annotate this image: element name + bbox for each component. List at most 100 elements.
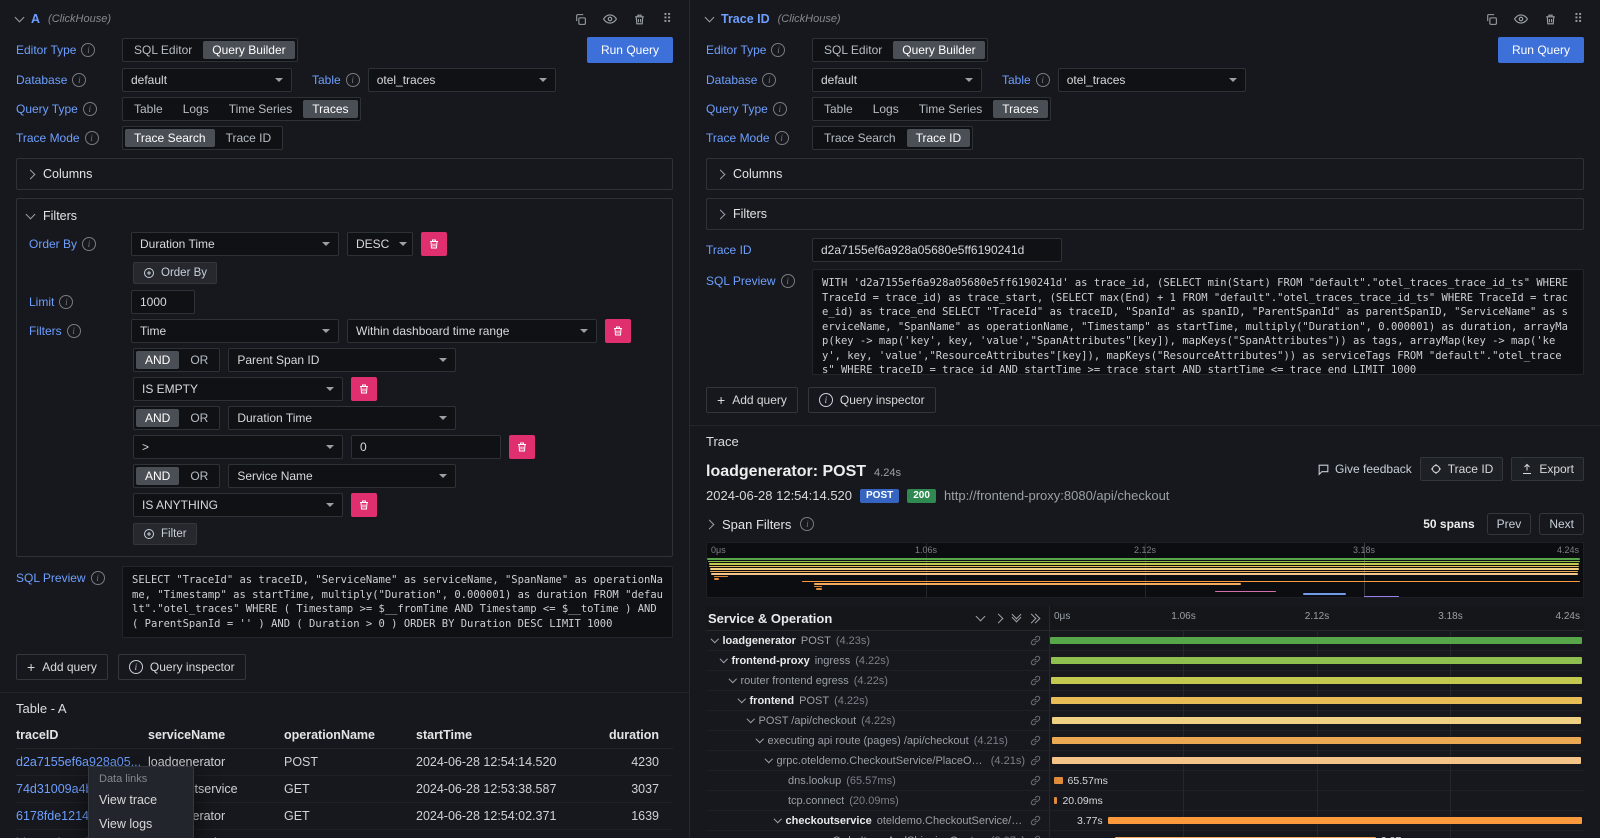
- info-icon[interactable]: i: [72, 73, 86, 87]
- span-row[interactable]: router frontend egress(4.22s): [706, 671, 1584, 691]
- span-link-icon[interactable]: [1030, 675, 1049, 686]
- span-link-icon[interactable]: [1030, 815, 1049, 826]
- option-and[interactable]: AND: [136, 467, 179, 485]
- span-bar[interactable]: [1051, 677, 1582, 684]
- hide-query-icon[interactable]: [1514, 12, 1528, 26]
- span-row[interactable]: grpc.oteldemo.CheckoutService/PlaceOrder…: [706, 751, 1584, 771]
- filter-field-select[interactable]: Service Name: [228, 464, 456, 488]
- give-feedback-button[interactable]: Give feedback: [1317, 462, 1412, 476]
- span-bar[interactable]: [1051, 657, 1582, 664]
- column-header[interactable]: serviceName: [148, 722, 284, 749]
- run-query-button[interactable]: Run Query: [587, 37, 673, 63]
- add-query-button[interactable]: +Add query: [16, 654, 108, 680]
- column-header[interactable]: operationName: [284, 722, 416, 749]
- collapse-query-icon[interactable]: [15, 13, 25, 23]
- run-query-button[interactable]: Run Query: [1498, 37, 1584, 63]
- info-icon[interactable]: i: [81, 43, 95, 57]
- remove-filter-button[interactable]: [509, 435, 535, 459]
- span-row[interactable]: POST /api/checkout(4.22s): [706, 711, 1584, 731]
- info-icon[interactable]: i: [83, 102, 97, 116]
- span-link-icon[interactable]: [1030, 635, 1049, 646]
- collapse-deep-icon[interactable]: [1013, 615, 1020, 621]
- span-row[interactable]: frontendPOST(4.22s): [706, 691, 1584, 711]
- chevron-down-icon[interactable]: [729, 675, 737, 683]
- option-trace-id[interactable]: Trace ID: [217, 129, 281, 147]
- info-icon[interactable]: i: [781, 274, 795, 288]
- option-and[interactable]: AND: [136, 351, 179, 369]
- chevron-right-icon[interactable]: [705, 519, 715, 529]
- option-time-series[interactable]: Time Series: [220, 100, 302, 118]
- menu-item-view-logs[interactable]: View logs: [89, 812, 193, 836]
- option-logs[interactable]: Logs: [864, 100, 908, 118]
- span-row[interactable]: dns.lookup(65.57ms)65.57ms: [706, 771, 1584, 791]
- filter-field-select[interactable]: Time: [131, 319, 339, 343]
- option-traces[interactable]: Traces: [993, 100, 1047, 118]
- drag-handle-icon[interactable]: ⠿: [1573, 11, 1584, 27]
- trace-id-input[interactable]: [812, 238, 1062, 262]
- span-bar[interactable]: [1052, 717, 1582, 724]
- filter-value-input[interactable]: [351, 435, 501, 459]
- filter-range-select[interactable]: Within dashboard time range: [347, 319, 597, 343]
- chevron-down-icon[interactable]: [711, 635, 719, 643]
- filter-field-select[interactable]: Duration Time: [228, 406, 456, 430]
- filter-operator-select[interactable]: IS EMPTY: [133, 377, 343, 401]
- add-query-button[interactable]: +Add query: [706, 387, 798, 413]
- info-icon[interactable]: i: [773, 102, 787, 116]
- chevron-down-icon[interactable]: [738, 695, 746, 703]
- collapse-query-icon[interactable]: [705, 13, 715, 23]
- option-trace-search[interactable]: Trace Search: [125, 129, 215, 147]
- info-icon[interactable]: i: [85, 131, 99, 145]
- filter-field-select[interactable]: Parent Span ID: [228, 348, 456, 372]
- info-icon[interactable]: i: [82, 237, 96, 251]
- option-traces[interactable]: Traces: [303, 100, 357, 118]
- collapse-all-icon[interactable]: [976, 612, 986, 622]
- option-query-builder[interactable]: Query Builder: [893, 41, 984, 59]
- option-logs[interactable]: Logs: [174, 100, 218, 118]
- next-button[interactable]: Next: [1539, 513, 1584, 535]
- delete-query-icon[interactable]: [633, 13, 646, 26]
- limit-input[interactable]: [131, 290, 195, 314]
- span-filters-label[interactable]: Span Filters: [722, 517, 791, 532]
- column-header[interactable]: duration: [598, 722, 673, 749]
- add-filter-button[interactable]: Filter: [133, 523, 197, 545]
- span-bar[interactable]: [1108, 817, 1583, 824]
- option-table[interactable]: Table: [815, 100, 862, 118]
- span-link-icon[interactable]: [1030, 715, 1049, 726]
- filters-section[interactable]: Filters: [706, 198, 1584, 230]
- option-or[interactable]: OR: [181, 351, 217, 369]
- order-by-field-select[interactable]: Duration Time: [131, 232, 339, 256]
- span-link-icon[interactable]: [1030, 655, 1049, 666]
- span-row[interactable]: executing api route (pages) /api/checkou…: [706, 731, 1584, 751]
- span-link-icon[interactable]: [1030, 795, 1049, 806]
- option-table[interactable]: Table: [125, 100, 172, 118]
- duplicate-query-icon[interactable]: [1485, 13, 1498, 26]
- span-link-icon[interactable]: [1030, 775, 1049, 786]
- remove-filter-button[interactable]: [605, 319, 631, 343]
- span-row[interactable]: frontend-proxyingress(4.22s): [706, 651, 1584, 671]
- table-panel-title[interactable]: Table - A: [16, 701, 673, 716]
- trace-minimap[interactable]: 0μs1.06s2.12s3.18s4.24s: [706, 542, 1584, 598]
- column-header[interactable]: traceID: [16, 722, 148, 749]
- prev-button[interactable]: Prev: [1487, 513, 1532, 535]
- option-or[interactable]: OR: [181, 467, 217, 485]
- add-order-by-button[interactable]: Order By: [133, 262, 217, 284]
- span-bar[interactable]: [1050, 637, 1582, 644]
- database-select[interactable]: default: [812, 68, 982, 92]
- info-icon[interactable]: i: [762, 73, 776, 87]
- info-icon[interactable]: i: [91, 571, 105, 585]
- remove-filter-button[interactable]: [351, 493, 377, 517]
- span-row[interactable]: checkoutserviceoteldemo.CheckoutService/…: [706, 811, 1584, 831]
- info-icon[interactable]: i: [771, 43, 785, 57]
- span-row[interactable]: loadgeneratorPOST(4.23s): [706, 631, 1584, 651]
- delete-query-icon[interactable]: [1544, 13, 1557, 26]
- table-select[interactable]: otel_traces: [1058, 68, 1246, 92]
- span-row[interactable]: prepareOrderItemsAndShippingQuoteFromCar…: [706, 831, 1584, 838]
- query-inspector-button[interactable]: iQuery inspector: [118, 654, 246, 680]
- columns-section[interactable]: Columns: [16, 158, 673, 190]
- info-icon[interactable]: i: [346, 73, 360, 87]
- span-bar[interactable]: [1052, 737, 1581, 744]
- span-row[interactable]: tcp.connect(20.09ms)20.09ms: [706, 791, 1584, 811]
- chevron-down-icon[interactable]: [756, 735, 764, 743]
- chevron-down-icon[interactable]: [720, 655, 728, 663]
- option-trace-search[interactable]: Trace Search: [815, 129, 905, 147]
